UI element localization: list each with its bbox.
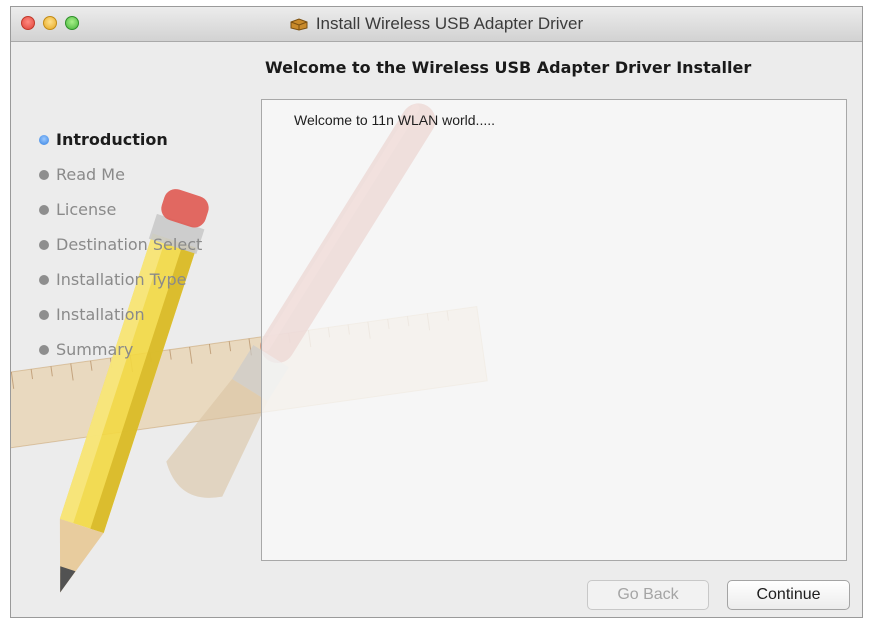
step-label: License: [56, 200, 117, 219]
content-panel[interactable]: Welcome to 11n WLAN world.....: [261, 99, 847, 561]
step-bullet-icon: [39, 309, 49, 320]
step-label: Read Me: [56, 165, 125, 184]
step-bullet-icon: [39, 239, 49, 250]
step-bullet-icon: [39, 169, 49, 180]
step-license: License: [39, 192, 202, 227]
page-heading: Welcome to the Wireless USB Adapter Driv…: [265, 58, 752, 77]
step-destination-select: Destination Select: [39, 227, 202, 262]
continue-button[interactable]: Continue: [727, 580, 850, 610]
step-label: Destination Select: [56, 235, 203, 254]
step-installation: Installation: [39, 297, 202, 332]
step-label: Summary: [56, 340, 134, 359]
title-bar[interactable]: Install Wireless USB Adapter Driver: [11, 7, 862, 42]
window-title-group: Install Wireless USB Adapter Driver: [11, 7, 862, 41]
go-back-button[interactable]: Go Back: [587, 580, 709, 610]
step-bullet-icon: [39, 274, 49, 285]
installer-steps: Introduction Read Me License Destination…: [39, 122, 202, 367]
step-summary: Summary: [39, 332, 202, 367]
step-read-me: Read Me: [39, 157, 202, 192]
installer-content: Welcome to the Wireless USB Adapter Driv…: [11, 42, 862, 617]
step-bullet-icon: [39, 134, 49, 145]
step-installation-type: Installation Type: [39, 262, 202, 297]
step-introduction: Introduction: [39, 122, 202, 157]
welcome-text: Welcome to 11n WLAN world.....: [294, 112, 495, 128]
step-label: Installation Type: [56, 270, 187, 289]
step-bullet-icon: [39, 344, 49, 355]
step-label: Introduction: [56, 130, 168, 149]
window-title: Install Wireless USB Adapter Driver: [315, 14, 584, 33]
step-label: Installation: [56, 305, 145, 324]
step-bullet-icon: [39, 204, 49, 215]
installer-window: Install Wireless USB Adapter Driver Welc…: [10, 6, 863, 618]
package-icon: [290, 18, 308, 31]
